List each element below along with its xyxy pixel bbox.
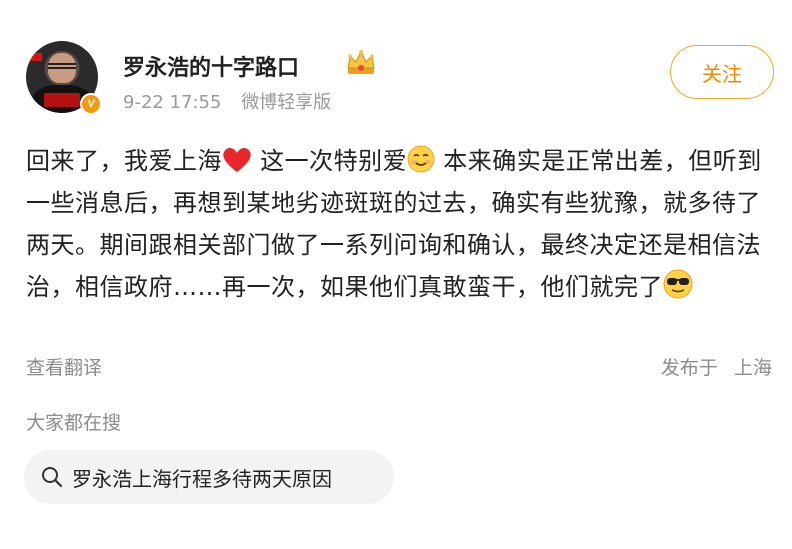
- weibo-post: V 罗永浩的十字路口 9-22 17:55 微博轻享版 关注 回来了，我爱上海 …: [0, 0, 792, 549]
- avatar[interactable]: V: [26, 41, 102, 115]
- trending-search-query: 罗永浩上海行程多待两天原因: [72, 466, 332, 491]
- post-location: 发布于 上海: [660, 357, 772, 379]
- trending-section-title: 大家都在搜: [26, 412, 122, 434]
- verified-v-icon: V: [80, 93, 102, 115]
- post-time: 9-22 17:55: [123, 92, 222, 113]
- sunglasses-face-emoji: [663, 269, 693, 299]
- translate-link[interactable]: 查看翻译: [26, 353, 102, 380]
- red-heart-emoji: [223, 147, 251, 172]
- author-name[interactable]: 罗永浩的十字路口: [123, 50, 299, 82]
- smiling-face-emoji: [407, 145, 435, 173]
- trending-search-pill[interactable]: 罗永浩上海行程多待两天原因: [24, 450, 394, 504]
- search-icon: [42, 467, 63, 488]
- follow-button[interactable]: 关注: [670, 45, 774, 99]
- post-source[interactable]: 微博轻享版: [241, 92, 331, 113]
- crown-icon[interactable]: [344, 48, 378, 78]
- post-text: 回来了，我爱上海 这一次特别爱 本来确实是正常出差，但听到一些消息后，再想到某地…: [26, 145, 762, 301]
- post-meta: 9-22 17:55 微博轻享版: [123, 88, 331, 114]
